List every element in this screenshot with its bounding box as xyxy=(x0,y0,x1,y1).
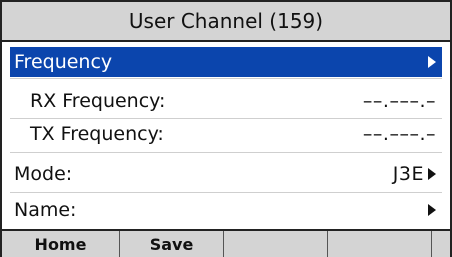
softkey-5[interactable] xyxy=(432,231,450,257)
rx-frequency-value: ––.–––.– xyxy=(362,90,436,112)
device-screen: User Channel (159) Frequency RX Frequenc… xyxy=(0,0,452,257)
menu-item-mode[interactable]: Mode: J3E xyxy=(10,159,442,189)
softkey-save[interactable]: Save xyxy=(120,231,224,257)
menu-item-name[interactable]: Name: xyxy=(10,195,442,225)
tx-frequency-label: TX Frequency: xyxy=(30,123,164,145)
mode-value: J3E xyxy=(392,163,424,185)
mode-label: Mode: xyxy=(14,163,73,185)
rx-frequency-label: RX Frequency: xyxy=(30,90,166,112)
arrow-right-icon xyxy=(428,204,436,216)
menu-divider xyxy=(10,152,442,153)
name-label: Name: xyxy=(14,199,77,221)
arrow-right-icon xyxy=(428,168,436,180)
menu-item-tx-frequency[interactable]: TX Frequency: ––.–––.– xyxy=(10,119,442,149)
title-bar: User Channel (159) xyxy=(2,2,450,42)
arrow-right-icon xyxy=(428,56,436,68)
page-title: User Channel (159) xyxy=(128,9,324,33)
softkey-bar: Home Save xyxy=(2,229,450,257)
softkey-4[interactable] xyxy=(328,231,432,257)
menu-divider xyxy=(10,192,442,193)
menu-item-rx-frequency[interactable]: RX Frequency: ––.–––.– xyxy=(10,86,442,116)
menu-item-frequency[interactable]: Frequency xyxy=(10,47,442,77)
softkey-3[interactable] xyxy=(224,231,328,257)
softkey-home[interactable]: Home xyxy=(2,231,120,257)
menu-item-frequency-label: Frequency xyxy=(14,51,113,73)
tx-frequency-value: ––.–––.– xyxy=(362,123,436,145)
menu-divider xyxy=(10,78,442,79)
